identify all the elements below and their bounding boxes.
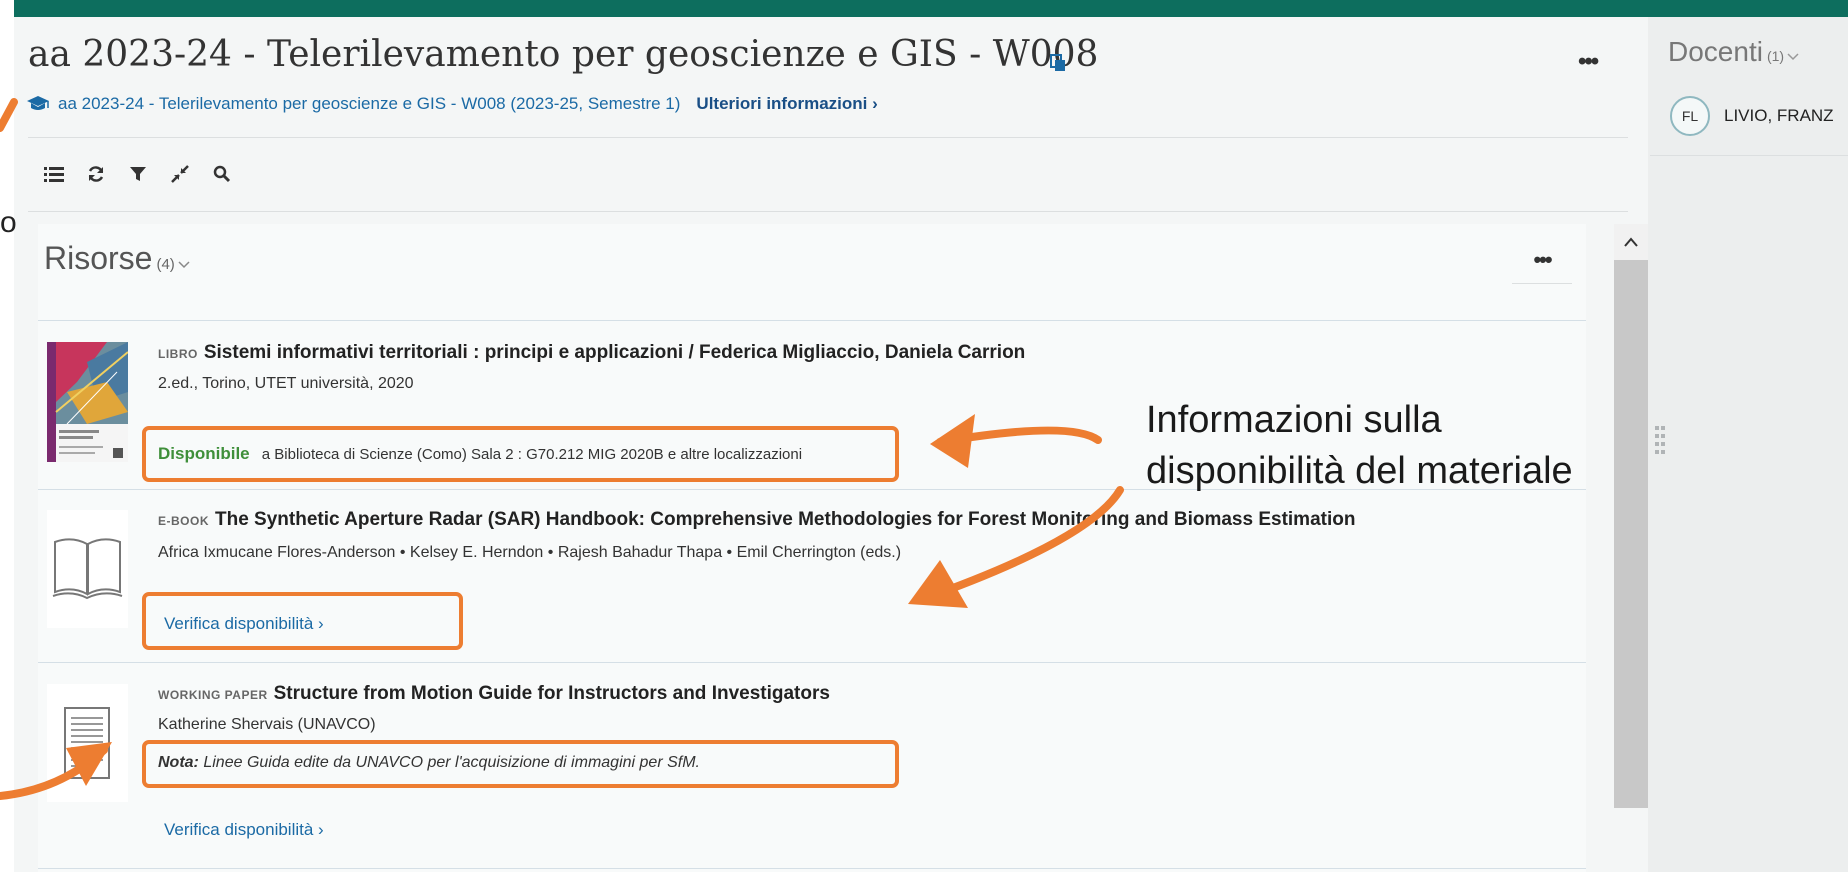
annotation-line-1: Informazioni sulla bbox=[1146, 399, 1442, 441]
resource-title[interactable]: WORKING PAPER Structure from Motion Guid… bbox=[158, 683, 830, 705]
refresh-icon[interactable] bbox=[84, 162, 108, 186]
resource-type-badge: E-BOOK bbox=[158, 514, 209, 528]
resources-more-menu-button[interactable]: ••• bbox=[1512, 236, 1572, 284]
resources-heading-label: Risorse bbox=[44, 240, 153, 276]
resource-title[interactable]: LIBRO Sistemi informativi territoriali :… bbox=[158, 342, 1025, 364]
course-breadcrumb: aa 2023-24 - Telerilevamento per geoscie… bbox=[26, 94, 878, 114]
row-divider bbox=[38, 662, 1586, 663]
copy-icon[interactable] bbox=[1050, 54, 1066, 72]
chevron-down-icon[interactable] bbox=[178, 261, 190, 269]
search-icon[interactable] bbox=[210, 162, 234, 186]
teacher-item[interactable]: FL LIVIO, FRANZ bbox=[1670, 96, 1834, 136]
top-accent-bar bbox=[14, 0, 1848, 17]
annotation-box-availability bbox=[142, 426, 899, 482]
avatar: FL bbox=[1670, 96, 1710, 136]
filter-icon[interactable] bbox=[126, 162, 150, 186]
resource-type-badge: WORKING PAPER bbox=[158, 688, 268, 702]
document-icon bbox=[47, 684, 128, 802]
right-sidebar bbox=[1648, 17, 1848, 872]
docenti-count: (1) bbox=[1766, 48, 1785, 64]
resource-subtitle: 2.ed., Torino, UTET università, 2020 bbox=[158, 375, 414, 392]
scrollbar[interactable] bbox=[1614, 224, 1648, 808]
annotation-text: Informazioni sulla disponibilità del mat… bbox=[1146, 395, 1573, 497]
list-icon[interactable] bbox=[42, 162, 66, 186]
course-link[interactable]: aa 2023-24 - Telerilevamento per geoscie… bbox=[58, 94, 680, 114]
annotation-line-2: disponibilità del materiale bbox=[1146, 450, 1573, 492]
more-info-link[interactable]: Ulteriori informazioni › bbox=[696, 94, 877, 114]
divider bbox=[28, 137, 1628, 138]
resources-heading[interactable]: Risorse (4) bbox=[44, 240, 190, 277]
arrow-stub-top-left bbox=[0, 98, 18, 132]
graduation-cap-icon bbox=[27, 96, 49, 110]
resource-subtitle: Katherine Shervais (UNAVCO) bbox=[158, 716, 376, 733]
toolbar bbox=[42, 162, 234, 186]
book-cover-thumbnail[interactable] bbox=[47, 342, 128, 462]
row-divider bbox=[38, 320, 1586, 321]
teacher-name[interactable]: LIVIO, FRANZ bbox=[1724, 106, 1834, 126]
scroll-up-button[interactable] bbox=[1614, 224, 1648, 260]
page-title: aa 2023-24 - Telerilevamento per geoscie… bbox=[28, 34, 1099, 75]
docenti-heading[interactable]: Docenti (1) bbox=[1668, 36, 1799, 68]
resource-title[interactable]: E-BOOK The Synthetic Aperture Radar (SAR… bbox=[158, 509, 1355, 531]
resource-title-text[interactable]: Sistemi informativi territoriali : princ… bbox=[204, 342, 1025, 364]
annotation-box-note bbox=[142, 740, 899, 788]
chevron-up-icon bbox=[1624, 237, 1638, 247]
divider bbox=[28, 211, 1628, 212]
chevron-down-icon[interactable] bbox=[1787, 53, 1799, 61]
resource-title-text[interactable]: Structure from Motion Guide for Instruct… bbox=[274, 683, 830, 705]
docenti-label: Docenti bbox=[1668, 36, 1763, 67]
resource-type-badge: LIBRO bbox=[158, 347, 198, 361]
collapse-icon[interactable] bbox=[168, 162, 192, 186]
resize-grip-icon[interactable] bbox=[1654, 425, 1666, 455]
annotation-box-verify bbox=[142, 592, 463, 650]
page-more-menu-button[interactable]: ••• bbox=[1578, 48, 1599, 76]
resource-title-text[interactable]: The Synthetic Aperture Radar (SAR) Handb… bbox=[215, 509, 1355, 531]
open-book-icon bbox=[47, 510, 128, 628]
verify-availability-link[interactable]: Verifica disponibilità › bbox=[164, 820, 324, 840]
divider bbox=[1650, 155, 1848, 156]
resources-count: (4) bbox=[156, 256, 175, 273]
row-divider bbox=[38, 868, 1586, 869]
resource-subtitle: Africa Ixmucane Flores-Anderson • Kelsey… bbox=[158, 544, 902, 561]
